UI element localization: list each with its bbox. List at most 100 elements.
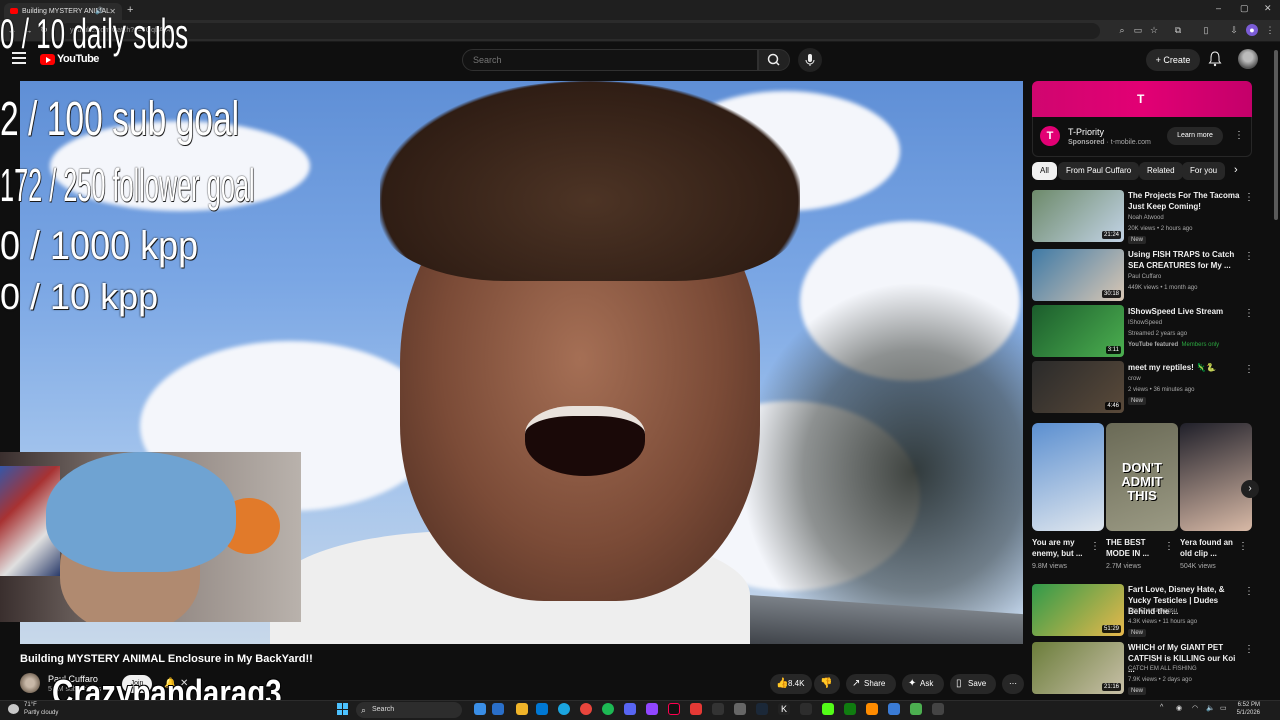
create-button[interactable]: + Create (1146, 49, 1200, 71)
mail-icon[interactable] (536, 703, 548, 715)
short-title[interactable]: You are my enemy, but ... (1032, 537, 1088, 559)
more-vert-icon[interactable]: ⋮ (1164, 541, 1174, 552)
more-vert-icon[interactable]: ⋮ (1238, 541, 1248, 552)
wifi-icon[interactable]: ◠ (1192, 704, 1198, 712)
chip-from-channel[interactable]: From Paul Cuffaro (1058, 162, 1140, 180)
cast-icon[interactable]: ▭ (1132, 24, 1144, 36)
store-icon[interactable] (866, 703, 878, 715)
twitch-icon[interactable] (646, 703, 658, 715)
share-button[interactable]: ↗ Share (846, 674, 896, 694)
related-channel[interactable]: Paul Cuffaro (1128, 273, 1161, 282)
recorder-icon[interactable] (690, 703, 702, 715)
video-thumbnail[interactable]: 3:11 (1032, 305, 1124, 357)
obs-icon[interactable] (734, 703, 746, 715)
close-window-button[interactable]: ✕ (1264, 3, 1272, 14)
new-badge: New (1128, 629, 1147, 637)
like-button[interactable]: 👍 8.4K (770, 674, 812, 694)
chip-related[interactable]: Related (1139, 162, 1183, 180)
browser-menu-icon[interactable]: ⋮ (1264, 24, 1276, 36)
scrollbar-thumb[interactable] (1274, 50, 1278, 220)
steam-icon[interactable] (756, 703, 768, 715)
video-thumbnail[interactable]: 4:46 (1032, 361, 1124, 413)
widgets-icon[interactable] (492, 703, 504, 715)
xbox-icon[interactable] (844, 703, 856, 715)
more-vert-icon[interactable]: ⋮ (1244, 192, 1254, 203)
kpp-1000-counter: 0 / 1000 kpp (0, 224, 199, 268)
battery-icon[interactable]: ▭ (1220, 704, 1227, 712)
chevron-right-icon[interactable]: › (1234, 164, 1238, 176)
downloads-icon[interactable]: ⇩ (1228, 24, 1240, 36)
account-avatar[interactable] (1238, 49, 1258, 69)
settings-app-icon[interactable] (888, 703, 900, 715)
file-explorer-icon[interactable] (516, 703, 528, 715)
taskbar-search[interactable]: Search (356, 702, 462, 718)
chip-all[interactable]: All (1032, 162, 1057, 180)
related-channel[interactable]: CATCH EM ALL FISHING (1128, 665, 1197, 674)
discord-icon[interactable] (624, 703, 636, 715)
volume-icon[interactable]: 🔈 (1206, 704, 1215, 712)
short-thumbnail[interactable] (1180, 423, 1252, 531)
more-actions-button[interactable]: ⋯ (1002, 674, 1024, 694)
misc-app-icon[interactable] (932, 703, 944, 715)
save-button[interactable]: ▯ Save (950, 674, 996, 694)
maximize-button[interactable]: ▢ (1240, 3, 1249, 14)
notifications-bell-icon[interactable] (1208, 51, 1222, 67)
search-button[interactable] (758, 49, 790, 71)
minecraft-icon[interactable] (910, 703, 922, 715)
video-thumbnail[interactable]: 30:18 (1032, 249, 1124, 301)
tray-chevron-icon[interactable]: ^ (1160, 704, 1163, 711)
related-channel[interactable]: Tim Chantarangsu (1128, 607, 1177, 616)
more-vert-icon[interactable]: ⋮ (1090, 541, 1100, 552)
chip-for-you[interactable]: For you (1182, 162, 1226, 180)
related-video-title[interactable]: IShowSpeed Live Stream (1128, 306, 1240, 317)
learn-more-button[interactable]: Learn more (1167, 127, 1223, 145)
bookmark-star-icon[interactable]: ☆ (1148, 24, 1160, 36)
short-title[interactable]: Yera found an old clip ... (1180, 537, 1236, 559)
short-title[interactable]: THE BEST MODE IN ... (1106, 537, 1162, 559)
kick-icon[interactable] (822, 703, 834, 715)
video-thumbnail[interactable]: 21:16 (1032, 642, 1124, 694)
related-video-title[interactable]: meet my reptiles! 🦎🐍 (1128, 362, 1240, 373)
extensions-icon[interactable]: ⧉ (1172, 24, 1184, 36)
chrome-icon[interactable] (580, 703, 592, 715)
tiktok-icon[interactable] (668, 703, 680, 715)
zoom-icon[interactable]: ⌕ (1116, 24, 1128, 36)
related-video-title[interactable]: Using FISH TRAPS to Catch SEA CREATURES … (1128, 249, 1240, 271)
more-vert-icon[interactable]: ⋮ (1244, 586, 1254, 597)
profile-icon[interactable]: ● (1246, 24, 1258, 36)
related-channel[interactable]: Noah Atwood (1128, 214, 1164, 223)
cloud-weather-icon[interactable] (8, 704, 19, 714)
voice-search-button[interactable] (798, 48, 822, 72)
related-channel[interactable]: IShowSpeed (1128, 319, 1162, 328)
weather-widget[interactable]: 71°F Partly cloudy (24, 701, 58, 717)
related-channel[interactable]: crow (1128, 375, 1141, 384)
edge-icon[interactable] (558, 703, 570, 715)
url-field[interactable]: youtube.com/watch?v=7OqbAc4 (60, 23, 1100, 39)
related-video-title[interactable]: The Projects For The Tacoma Just Keep Co… (1128, 190, 1240, 212)
taskbar-clock[interactable]: 6:52 PM 5/1/2026 (1230, 701, 1260, 717)
shorts-next-button[interactable]: › (1241, 480, 1259, 498)
spotify-icon[interactable] (602, 703, 614, 715)
ask-button[interactable]: ✦ Ask (902, 674, 944, 694)
minimize-button[interactable]: – (1216, 3, 1221, 13)
terminal-icon[interactable] (800, 703, 812, 715)
sidebar-icon[interactable]: ▯ (1200, 24, 1212, 36)
k-app-icon[interactable]: K (778, 703, 790, 715)
more-vert-icon[interactable]: ⋮ (1244, 251, 1254, 262)
search-input[interactable] (462, 49, 758, 71)
more-vert-icon[interactable]: ⋮ (1244, 644, 1254, 655)
video-thumbnail[interactable]: 51:29 (1032, 584, 1124, 636)
more-vert-icon[interactable]: ⋮ (1244, 308, 1254, 319)
tray-app-icon[interactable]: ◉ (1176, 704, 1182, 712)
video-thumbnail[interactable]: 21:24 (1032, 190, 1124, 242)
task-view-icon[interactable] (474, 703, 486, 715)
short-thumbnail[interactable] (1032, 423, 1104, 531)
short-thumbnail[interactable]: DON'T ADMIT THIS (1106, 423, 1178, 531)
start-button-icon[interactable] (337, 703, 349, 715)
capture-icon[interactable] (712, 703, 724, 715)
search-icon (767, 53, 780, 66)
channel-avatar[interactable] (20, 673, 40, 693)
more-vert-icon[interactable]: ⋮ (1234, 130, 1244, 141)
dislike-button[interactable]: 👎 (814, 674, 840, 694)
more-vert-icon[interactable]: ⋮ (1244, 364, 1254, 375)
